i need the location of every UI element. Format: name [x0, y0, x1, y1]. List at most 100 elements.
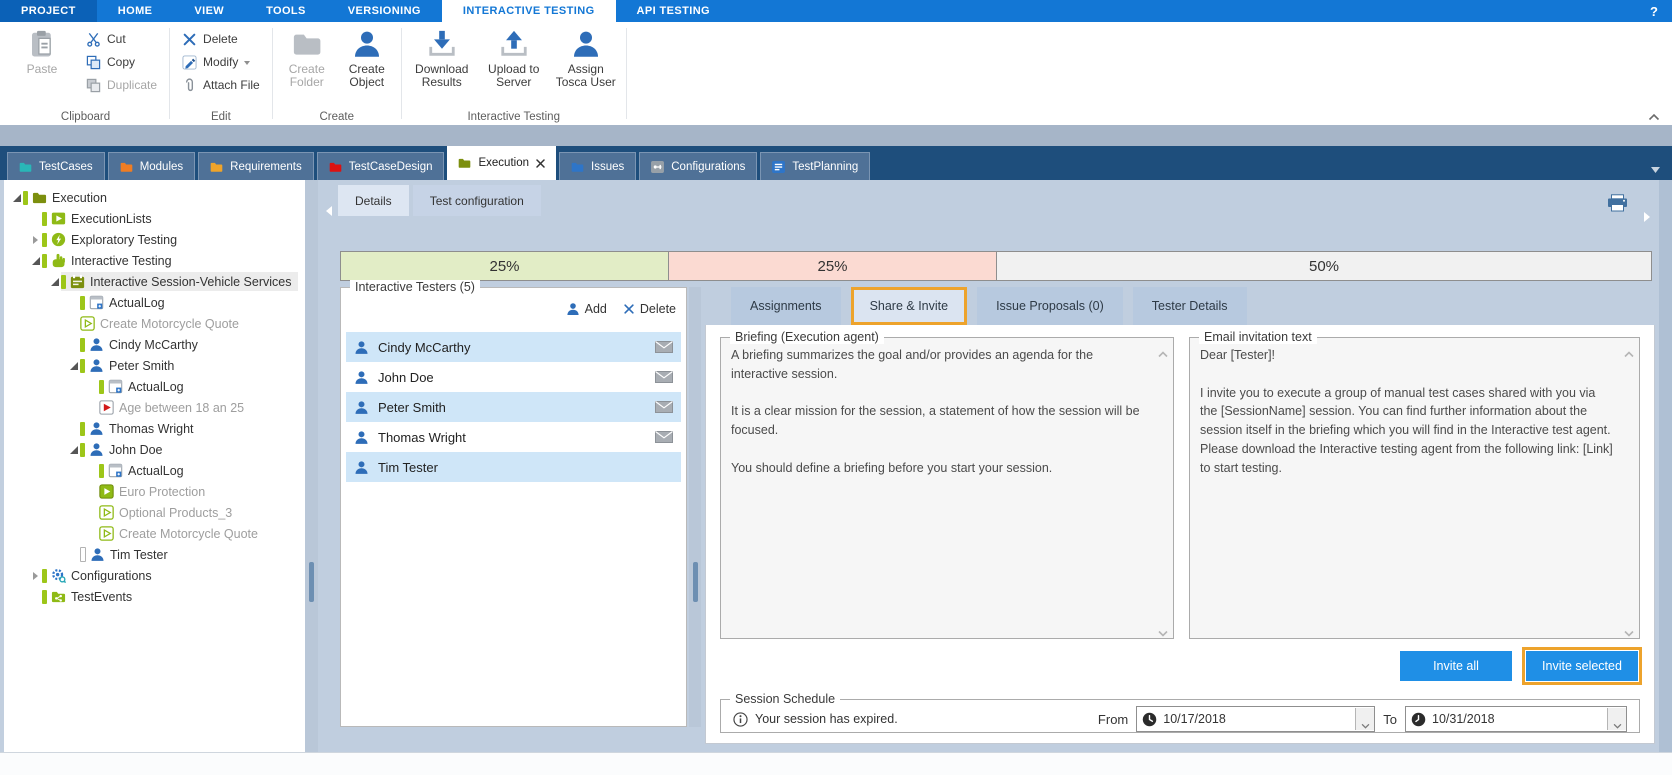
briefing-text[interactable]: A briefing summarizes the goal and/or pr…	[721, 338, 1173, 483]
tree-item-label: Interactive Session-Vehicle Services	[90, 275, 291, 289]
delete-tester-button[interactable]: Delete	[623, 302, 676, 316]
tester-row-thomas-wright[interactable]: Thomas Wright	[346, 422, 681, 452]
tab-test-configuration[interactable]: Test configuration	[413, 185, 541, 216]
upload-icon	[499, 29, 529, 59]
collapsed-arrow-icon[interactable]	[29, 236, 42, 244]
invite-selected-button[interactable]: Invite selected	[1526, 651, 1638, 681]
download-icon	[427, 29, 457, 59]
tree-item-age-between-18-an-25[interactable]: Age between 18 an 25	[4, 397, 309, 418]
mail-icon	[655, 341, 673, 353]
tree-item-testevents[interactable]: TestEvents	[4, 586, 309, 607]
download-results-button[interactable]: Download Results	[410, 27, 474, 90]
tree-item-john-doe[interactable]: John Doe	[4, 439, 309, 460]
tab-issues[interactable]: Issues	[559, 152, 636, 180]
tab-testcasedesign[interactable]: TestCaseDesign	[317, 152, 445, 180]
tabstrip-overflow-icon[interactable]	[1651, 160, 1660, 166]
modify-button[interactable]: Modify	[178, 52, 264, 72]
tester-row-john-doe[interactable]: John Doe	[346, 362, 681, 392]
menu-item-home[interactable]: HOME	[97, 0, 174, 22]
tree-item-tim-tester[interactable]: Tim Tester	[4, 544, 309, 565]
from-date-combobox[interactable]: 10/17/2018	[1136, 706, 1375, 732]
dropdown-arrow-icon[interactable]	[1607, 708, 1626, 730]
collapse-left-arrow-icon[interactable]	[321, 206, 332, 216]
tree-item-cindy-mccarthy[interactable]: Cindy McCarthy	[4, 334, 309, 355]
tree-item-executionlists[interactable]: ExecutionLists	[4, 208, 309, 229]
menu-item-interactive-testing[interactable]: INTERACTIVE TESTING	[442, 0, 616, 22]
tab-testplanning[interactable]: TestPlanning	[760, 152, 870, 180]
tree-item-interactive-session-vehicle-services[interactable]: Interactive Session-Vehicle Services	[4, 271, 309, 292]
tree-item-create-motorcycle-quote[interactable]: Create Motorcycle Quote	[4, 313, 309, 334]
copy-button[interactable]: Copy	[82, 52, 161, 72]
tree-item-euro-protection[interactable]: Euro Protection	[4, 481, 309, 502]
expanded-arrow-icon[interactable]	[29, 257, 42, 265]
tab-assignments[interactable]: Assignments	[731, 287, 841, 325]
tab-requirements[interactable]: Requirements	[198, 152, 314, 180]
delete-button[interactable]: Delete	[178, 29, 264, 49]
scroll-down-icon[interactable]	[1624, 624, 1634, 631]
scroll-up-icon[interactable]	[1158, 345, 1168, 352]
paste-button[interactable]: Paste	[10, 27, 74, 76]
help-icon[interactable]: ?	[1636, 0, 1672, 22]
splitter-grip[interactable]	[693, 562, 698, 602]
ribbon-collapse-icon[interactable]	[1648, 108, 1660, 116]
tree-item-configurations[interactable]: Configurations	[4, 565, 309, 586]
cut-label: Cut	[107, 32, 126, 46]
invite-all-button[interactable]: Invite all	[1400, 651, 1512, 681]
to-date-combobox[interactable]: 10/31/2018	[1405, 706, 1627, 732]
tab-tester-details[interactable]: Tester Details	[1133, 287, 1247, 325]
tree-item-execution[interactable]: Execution	[4, 187, 309, 208]
attach-file-button[interactable]: Attach File	[178, 75, 264, 95]
person-icon	[354, 460, 369, 475]
assign-tosca-user-button[interactable]: Assign Tosca User	[554, 27, 618, 90]
menu-item-api-testing[interactable]: API TESTING	[616, 0, 731, 22]
mail-icon	[655, 401, 673, 413]
tree-item-actuallog[interactable]: ActualLog	[4, 460, 309, 481]
folder-icon	[19, 161, 32, 173]
tester-row-cindy-mccarthy[interactable]: Cindy McCarthy	[346, 332, 681, 362]
collapsed-arrow-icon[interactable]	[29, 572, 42, 580]
collapse-right-arrow-icon[interactable]	[1644, 212, 1655, 222]
expanded-arrow-icon[interactable]	[10, 194, 23, 202]
create-object-button[interactable]: Create Object	[341, 27, 393, 90]
create-folder-button[interactable]: Create Folder	[281, 27, 333, 90]
menu-item-project[interactable]: PROJECT	[0, 0, 97, 22]
cut-button[interactable]: Cut	[82, 29, 161, 49]
duplicate-button[interactable]: Duplicate	[82, 75, 161, 95]
tree-item-actuallog[interactable]: ActualLog	[4, 292, 309, 313]
tree-item-optional-products-3[interactable]: Optional Products_3	[4, 502, 309, 523]
scroll-up-icon[interactable]	[1624, 345, 1634, 352]
tree-item-create-motorcycle-quote[interactable]: Create Motorcycle Quote	[4, 523, 309, 544]
add-tester-button[interactable]: Add	[566, 302, 607, 316]
log-icon	[108, 379, 123, 394]
tree-item-peter-smith[interactable]: Peter Smith	[4, 355, 309, 376]
tester-row-peter-smith[interactable]: Peter Smith	[346, 392, 681, 422]
menu-item-versioning[interactable]: VERSIONING	[327, 0, 442, 22]
email-invitation-text[interactable]: Dear [Tester]! I invite you to execute a…	[1190, 338, 1639, 483]
expanded-arrow-icon[interactable]	[67, 446, 80, 454]
tree-splitter[interactable]	[305, 180, 318, 753]
tab-share-and-invite[interactable]: Share & Invite	[851, 287, 968, 325]
expanded-arrow-icon[interactable]	[48, 278, 61, 286]
tab-configurations[interactable]: Configurations	[639, 152, 757, 180]
tester-row-tim-tester[interactable]: Tim Tester	[346, 452, 681, 482]
dropdown-arrow-icon[interactable]	[1355, 708, 1374, 730]
menu-item-tools[interactable]: TOOLS	[245, 0, 327, 22]
navigation-tree: ExecutionExecutionListsExploratory Testi…	[0, 180, 309, 753]
tab-details[interactable]: Details	[338, 185, 409, 216]
tree-item-thomas-wright[interactable]: Thomas Wright	[4, 418, 309, 439]
tree-item-exploratory-testing[interactable]: Exploratory Testing	[4, 229, 309, 250]
tester-list: Cindy McCarthyJohn DoePeter SmithThomas …	[346, 332, 681, 482]
tree-item-interactive-testing[interactable]: Interactive Testing	[4, 250, 309, 271]
splitter-grip[interactable]	[309, 562, 314, 602]
scroll-down-icon[interactable]	[1158, 624, 1168, 631]
testers-splitter[interactable]	[689, 287, 701, 727]
tab-issue-proposals[interactable]: Issue Proposals (0)	[977, 287, 1123, 325]
upload-to-server-button[interactable]: Upload to Server	[482, 27, 546, 90]
expanded-arrow-icon[interactable]	[67, 362, 80, 370]
tab-testcases[interactable]: TestCases	[7, 152, 105, 180]
tree-item-actuallog[interactable]: ActualLog	[4, 376, 309, 397]
menu-item-view[interactable]: VIEW	[173, 0, 245, 22]
tab-execution[interactable]: Execution	[447, 146, 556, 180]
tab-modules[interactable]: Modules	[108, 152, 195, 180]
printer-icon[interactable]	[1607, 194, 1628, 212]
